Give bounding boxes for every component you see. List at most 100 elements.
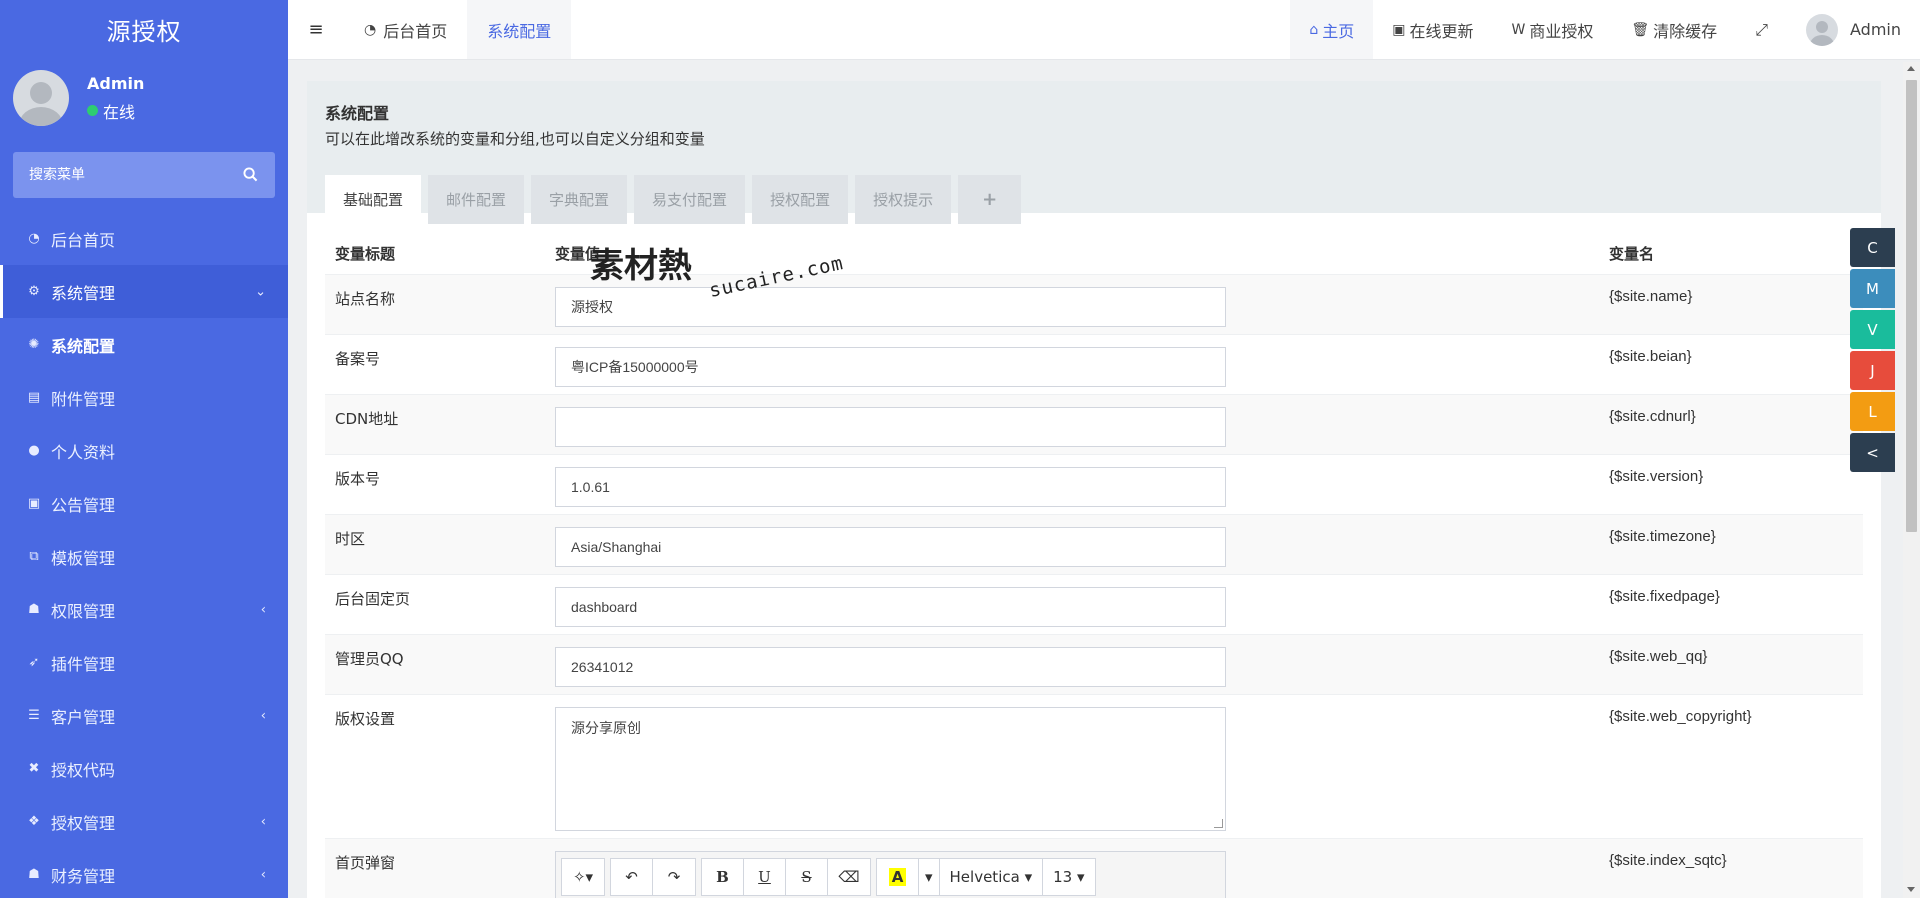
clear-cache-link[interactable]: 🗑 清除缓存 — [1612, 0, 1736, 59]
admin-qq-field[interactable]: 26341012 — [555, 647, 1226, 687]
page-title: 系统配置 — [325, 104, 390, 123]
search-icon[interactable] — [243, 167, 259, 183]
row-var-name: {$site.version} — [1609, 468, 1704, 485]
menu-search-input[interactable] — [29, 167, 229, 183]
fullscreen-button[interactable]: ⤢ — [1736, 0, 1787, 59]
user-panel: Admin 在线 — [0, 58, 288, 138]
sidebar-item-permission[interactable]: ☗ 权限管理 ‹ — [0, 583, 288, 636]
row-var-name: {$site.fixedpage} — [1609, 588, 1720, 605]
table-row: 站点名称 源授权 {$site.name} — [325, 275, 1863, 335]
row-var-name: {$site.web_qq} — [1609, 648, 1708, 665]
auth-icon: ❖ — [28, 814, 40, 829]
copyright-textarea[interactable]: 源分享原创 — [555, 707, 1226, 831]
table-row: 后台固定页 dashboard {$site.fixedpage} — [325, 575, 1863, 635]
font-size-select[interactable]: 13 ▾ — [1043, 859, 1094, 895]
sidebar-item-system[interactable]: ⚙ 系统管理 ⌄ — [0, 265, 288, 318]
font-color-icon[interactable]: A — [877, 858, 919, 895]
sidebar-item-attachment[interactable]: ▤ 附件管理 — [0, 371, 288, 424]
sidebar-item-config[interactable]: ✺ 系统配置 — [0, 318, 288, 371]
site-name-field[interactable]: 源授权 — [555, 287, 1226, 327]
sidebar-item-plugin[interactable]: ➶ 插件管理 — [0, 636, 288, 689]
fixedpage-field[interactable]: dashboard — [555, 587, 1226, 627]
tab-auth-tips[interactable]: 授权提示 — [855, 175, 952, 224]
sidebar: 源授权 Admin 在线 ◔后台首页 ⚙系统管理⌄ ✺系统配置 ▤附件管理 ●个… — [0, 0, 288, 898]
timezone-field[interactable]: Asia/Shanghai — [555, 527, 1226, 567]
underline-icon[interactable]: U — [744, 858, 786, 895]
scroll-down-icon[interactable] — [1907, 887, 1915, 892]
page-scrollbar[interactable] — [1903, 62, 1920, 898]
sidebar-item-auth-code[interactable]: ✖ 授权代码 — [0, 742, 288, 795]
header-title: 变量标题 — [335, 245, 396, 263]
version-field[interactable]: 1.0.61 — [555, 467, 1226, 507]
row-title: 首页弹窗 — [335, 854, 396, 872]
strikethrough-icon[interactable]: S — [786, 858, 828, 895]
commercial-auth-link[interactable]: W 商业授权 — [1493, 0, 1613, 59]
row-title: 站点名称 — [335, 290, 396, 308]
magic-wand-icon[interactable]: ✧▾ — [562, 859, 604, 895]
sidebar-item-finance[interactable]: ☗ 财务管理 ‹ — [0, 848, 288, 898]
skin-c-button[interactable]: C — [1850, 228, 1895, 267]
redo-icon[interactable]: ↷ — [653, 859, 695, 895]
sidebar-item-auth[interactable]: ❖ 授权管理 ‹ — [0, 795, 288, 848]
font-color-dropdown[interactable]: ▾ — [919, 858, 940, 895]
table-row: 版权设置 源分享原创 {$site.web_copyright} — [325, 695, 1863, 839]
add-tab-button[interactable]: + — [958, 175, 1022, 224]
skin-l-button[interactable]: L — [1850, 392, 1895, 431]
sidebar-item-template[interactable]: ⧉ 模板管理 — [0, 530, 288, 583]
header-value: 变量值 — [555, 245, 601, 263]
scroll-thumb[interactable] — [1906, 80, 1917, 532]
notice-icon: ▣ — [27, 496, 41, 511]
row-title: 后台固定页 — [335, 590, 411, 608]
avatar — [13, 70, 69, 126]
tab-basic[interactable]: 基础配置 — [325, 175, 422, 224]
tab-dictionary[interactable]: 字典配置 — [531, 175, 628, 224]
beian-field[interactable]: 粤ICP备15000000号 — [555, 347, 1226, 387]
brand-logo[interactable]: 源授权 — [0, 0, 288, 58]
tab-config[interactable]: 系统配置 — [467, 0, 572, 59]
dashboard-icon: ◔ — [28, 231, 40, 246]
home-link[interactable]: ⌂ 主页 — [1290, 0, 1374, 59]
avatar — [1806, 13, 1838, 46]
row-var-name: {$site.index_sqtc} — [1609, 852, 1727, 869]
bold-icon[interactable]: B — [702, 858, 744, 895]
tab-email[interactable]: 邮件配置 — [428, 175, 525, 224]
scroll-up-icon[interactable] — [1907, 66, 1915, 71]
topbar: ≡ ◔ 后台首页 系统配置 ⌂ 主页 ▣ 在线更新 W 商业授权 🗑 清除缓存 ⤢ Adm… — [288, 0, 1920, 60]
config-panel: 系统配置 可以在此增改系统的变量和分组,也可以自定义分组和变量 基础配置 邮件配… — [307, 81, 1881, 898]
vimeo-icon: ▣ — [1392, 21, 1406, 38]
tab-epay[interactable]: 易支付配置 — [634, 175, 746, 224]
sidebar-menu: ◔ 后台首页 ⚙ 系统管理 ⌄ ✺ 系统配置 ▤ 附件管理 ● 个人资料 ▣ 公告管理 ⧉ 模板… — [0, 212, 288, 898]
wechat-icon: W — [1511, 21, 1526, 38]
chevron-left-icon: ‹ — [260, 708, 266, 723]
cogs-icon: ⚙ — [28, 284, 40, 299]
row-var-name: {$site.web_copyright} — [1609, 708, 1752, 725]
cdn-url-field[interactable] — [555, 407, 1226, 447]
skin-v-button[interactable]: V — [1850, 310, 1895, 349]
sidebar-toggle-icon[interactable]: ≡ — [288, 0, 344, 59]
skin-j-button[interactable]: J — [1850, 351, 1895, 390]
admin-menu[interactable]: Admin — [1787, 0, 1920, 59]
header-name: 变量名 — [1609, 245, 1655, 263]
online-update-link[interactable]: ▣ 在线更新 — [1373, 0, 1492, 59]
user-status: 在线 — [87, 99, 144, 123]
sidebar-item-dashboard[interactable]: ◔ 后台首页 — [0, 212, 288, 265]
sidebar-item-notice[interactable]: ▣ 公告管理 — [0, 477, 288, 530]
chevron-down-icon: ⌄ — [255, 284, 266, 299]
online-dot-icon — [87, 105, 98, 116]
tab-auth-config[interactable]: 授权配置 — [752, 175, 849, 224]
row-title: CDN地址 — [335, 410, 399, 428]
finance-icon: ☗ — [28, 867, 40, 882]
skin-collapse-button[interactable]: < — [1850, 433, 1895, 472]
undo-icon[interactable]: ↶ — [611, 858, 653, 895]
rich-text-toolbar: ✧▾ ↶ ↷ B U S ⌫ A ▾ Helvetica ▾ 13 ▾ — [555, 851, 1226, 898]
skin-m-button[interactable]: M — [1850, 269, 1895, 308]
sidebar-item-customer[interactable]: ☰ 客户管理 ‹ — [0, 689, 288, 742]
chevron-left-icon: ‹ — [260, 867, 266, 882]
tab-dashboard[interactable]: ◔ 后台首页 — [344, 0, 467, 59]
list-icon: ☰ — [28, 708, 40, 723]
eraser-icon[interactable]: ⌫ — [828, 859, 870, 895]
menu-search — [13, 152, 275, 198]
rocket-icon: ➶ — [28, 655, 40, 670]
font-family-select[interactable]: Helvetica ▾ — [940, 858, 1044, 895]
sidebar-item-profile[interactable]: ● 个人资料 — [0, 424, 288, 477]
